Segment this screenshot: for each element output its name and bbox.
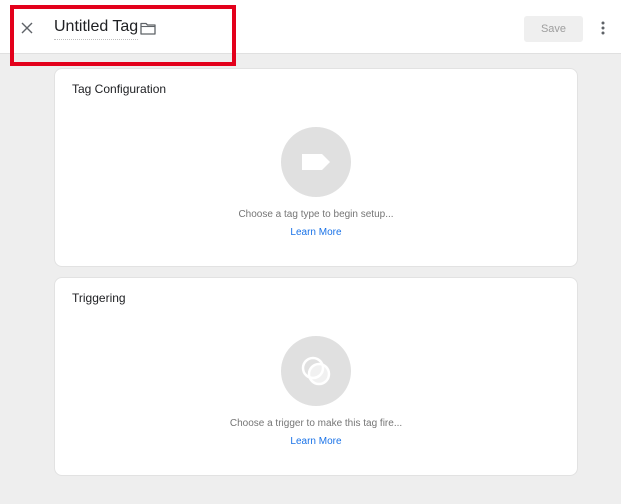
more-options-button[interactable] [595,17,611,39]
triggering-title: Triggering [72,291,126,305]
close-button[interactable] [17,18,37,38]
more-vert-icon [601,21,605,35]
save-button[interactable]: Save [524,16,583,42]
choose-tag-type-button[interactable] [281,127,351,197]
triggering-link-row: Learn More [55,436,577,447]
learn-more-link[interactable]: Learn More [290,227,341,238]
triggering-hint: Choose a trigger to make this tag fire..… [229,418,403,429]
triggering-card[interactable]: Triggering Choose a trigger to make this… [54,277,578,476]
tag-configuration-title: Tag Configuration [72,82,167,96]
folder-icon [140,22,156,35]
choose-trigger-button[interactable] [281,336,351,406]
trigger-icon [301,356,331,386]
folder-button[interactable] [139,19,157,37]
tag-icon [302,154,330,170]
tag-configuration-link-row: Learn More [55,227,577,238]
tag-name-field[interactable]: Untitled Tag [54,17,139,40]
learn-more-link[interactable]: Learn More [290,436,341,447]
close-icon [21,22,33,34]
tag-editor-header: Untitled Tag Save [0,0,621,54]
tag-configuration-hint: Choose a tag type to begin setup... [238,209,394,220]
tag-configuration-card[interactable]: Tag Configuration Choose a tag type to b… [54,68,578,267]
